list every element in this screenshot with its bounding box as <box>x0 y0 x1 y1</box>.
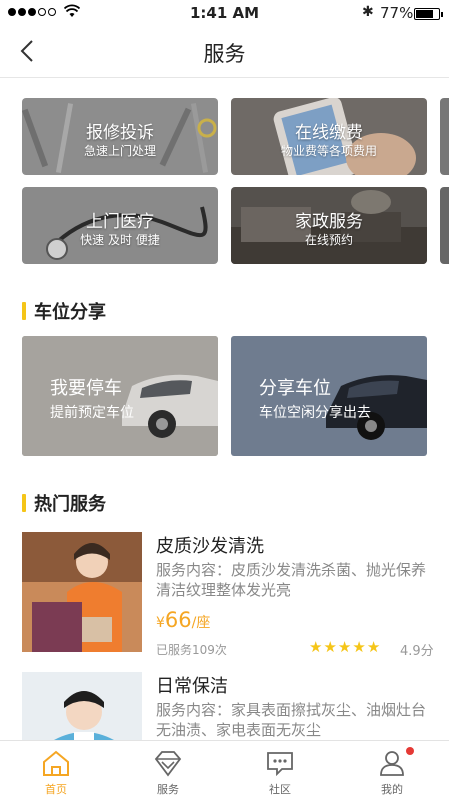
status-bar: 1:41 AM ✱ 77% <box>0 0 449 26</box>
star-icon: ★ <box>323 638 337 656</box>
tab-profile[interactable]: 我的 <box>336 741 448 800</box>
tile-subtitle: 在线预约 <box>304 233 353 247</box>
tile-title: 家政服务 <box>295 212 363 232</box>
battery-percent: 77% <box>380 4 414 22</box>
tile-repair[interactable]: 报修投诉 急速上门处理 <box>22 98 218 175</box>
tile-subtitle: 快速 及时 便捷 <box>80 233 160 247</box>
tile-subtitle: 物业费等各项费用 <box>280 144 377 158</box>
tab-home[interactable]: 首页 <box>0 741 112 800</box>
tab-community[interactable]: 社区 <box>224 741 336 800</box>
diamond-icon <box>154 751 182 777</box>
service-description: 服务内容：皮质沙发清洗杀菌、抛光保养清洁纹理整体发光亮 <box>156 561 427 599</box>
user-icon <box>380 751 404 776</box>
service-price: ¥66/座 <box>156 608 211 632</box>
chat-icon <box>267 752 293 777</box>
tile-subtitle: 急速上门处理 <box>83 144 156 158</box>
tab-service[interactable]: 服务 <box>112 741 224 800</box>
park-card-title: 我要停车 <box>50 378 122 399</box>
notification-dot <box>406 747 414 755</box>
tile-medical[interactable]: 上门医疗 快速 及时 便捷 <box>22 187 218 264</box>
service-tiles: 报修投诉 急速上门处理 在线缴费 物业费等各项费用 上门医疗 快速 及时 便捷 <box>22 98 449 264</box>
star-icon: ★ <box>337 638 352 656</box>
rating-stars: ★ ★ ★ ★ ★ <box>309 638 380 656</box>
home-icon <box>43 750 69 776</box>
service-name: 日常保洁 <box>156 676 228 697</box>
service-served-count: 已服务109次 <box>156 643 227 657</box>
service-thumbnail <box>22 672 142 740</box>
tab-label: 我的 <box>381 783 403 796</box>
service-item[interactable]: 皮质沙发清洗 服务内容：皮质沙发清洗杀菌、抛光保养清洁纹理整体发光亮 ¥66/座… <box>22 532 449 662</box>
service-name: 皮质沙发清洗 <box>156 536 264 557</box>
star-icon: ★ <box>352 638 366 656</box>
tile-housekeeping[interactable]: 家政服务 在线预约 <box>231 187 427 264</box>
section-heading-hot: 热门服务 <box>22 490 106 516</box>
section-heading-parking: 车位分享 <box>22 298 106 324</box>
service-item[interactable]: 日常保洁 服务内容：家具表面擦拭灰尘、油烟灶台无油渍、家电表面无灰尘 <box>22 672 449 740</box>
park-card-need[interactable]: 我要停车 提前预定车位 <box>22 336 218 456</box>
tile-title: 报修投诉 <box>86 123 154 143</box>
park-card-title: 分享车位 <box>259 378 331 399</box>
tile-title: 上门医疗 <box>86 212 154 232</box>
park-card-share[interactable]: 分享车位 车位空闲分享出去 <box>231 336 427 456</box>
service-rating: 4.9分 <box>400 644 434 659</box>
tile-title: 在线缴费 <box>295 123 363 143</box>
tile-partial[interactable] <box>440 98 449 175</box>
tile-partial[interactable] <box>440 187 449 264</box>
tab-label: 服务 <box>157 783 179 796</box>
page-title: 服务 <box>203 42 246 66</box>
service-description: 服务内容：家具表面擦拭灰尘、油烟灶台无油渍、家电表面无灰尘 <box>156 701 427 739</box>
star-icon: ★ <box>366 638 381 656</box>
tab-bar: 首页 服务 社区 我的 <box>0 740 449 800</box>
tab-label: 首页 <box>45 783 67 796</box>
bluetooth-icon: ✱ <box>362 4 374 20</box>
park-card-subtitle: 提前预定车位 <box>50 405 134 421</box>
star-icon: ★ <box>309 638 323 656</box>
service-thumbnail <box>22 532 142 652</box>
tile-payment[interactable]: 在线缴费 物业费等各项费用 <box>231 98 427 175</box>
battery-icon <box>414 8 443 20</box>
park-card-subtitle: 车位空闲分享出去 <box>259 405 371 421</box>
tab-label: 社区 <box>269 783 291 796</box>
nav-bar: 服务 <box>0 26 449 78</box>
